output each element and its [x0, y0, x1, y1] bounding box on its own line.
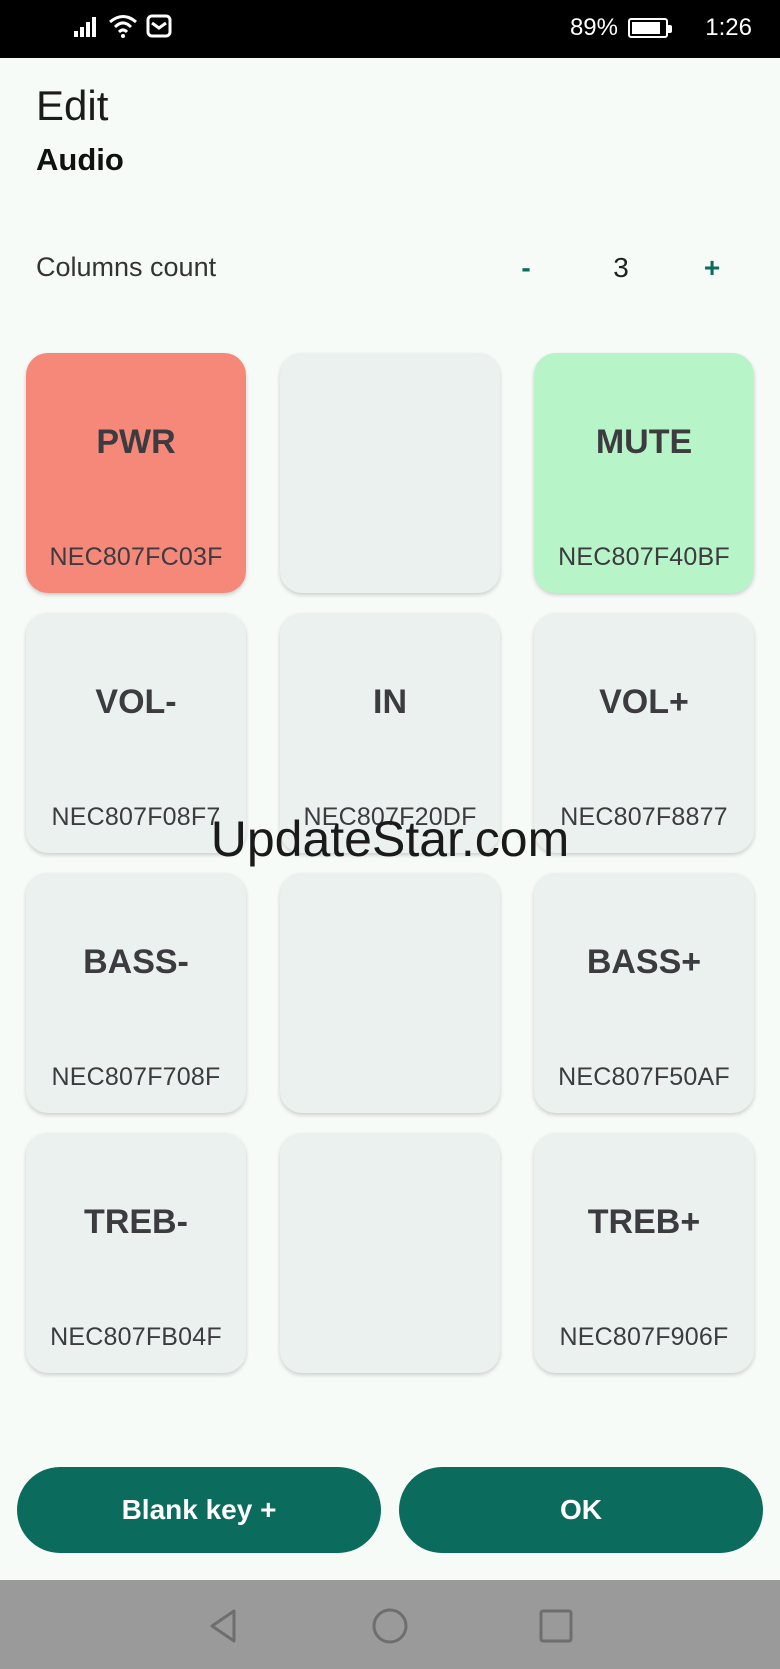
- status-icons-left: [74, 14, 172, 38]
- blank-key-button[interactable]: Blank key +: [17, 1467, 381, 1553]
- battery-fill: [632, 22, 661, 34]
- columns-count-row: Columns count - 3 +: [36, 248, 746, 288]
- wifi-icon: [109, 15, 137, 38]
- key-button[interactable]: [280, 353, 500, 593]
- key-button[interactable]: PWR NEC​807FC03F: [26, 353, 246, 593]
- key-label: TREB+: [587, 1203, 701, 1241]
- key-grid: PWR NEC​807FC03F MUTE NEC807F40BF VOL- NEC8…: [26, 353, 756, 1373]
- key-label: TREB-: [84, 1203, 188, 1241]
- key-code: NEC807F8877: [560, 803, 728, 831]
- key-label: VOL+: [599, 683, 689, 721]
- key-label: IN: [373, 683, 407, 721]
- status-icons-right: 89%: [569, 14, 672, 42]
- system-nav-bar: [0, 1580, 780, 1669]
- key-code: NEC807FB04F: [50, 1323, 222, 1351]
- battery-icon: [628, 18, 672, 38]
- key-button[interactable]: BASS+ NEC807F50AF: [534, 873, 754, 1113]
- status-bar: 89% 1:26: [0, 0, 780, 58]
- page-title: Edit: [36, 82, 109, 129]
- key-code: NEC807F906F: [559, 1323, 729, 1351]
- key-label: PWR: [96, 423, 176, 461]
- key-label: VOL-: [95, 683, 177, 721]
- key-button[interactable]: [280, 873, 500, 1113]
- columns-count-label: Columns count: [36, 252, 217, 282]
- key-button[interactable]: VOL- NEC807F08F7: [26, 613, 246, 853]
- key-button[interactable]: MUTE NEC807F40BF: [534, 353, 754, 593]
- key-code: NEC807F08F7: [51, 803, 221, 831]
- key-button[interactable]: IN NEC807F20DF: [280, 613, 500, 853]
- key-label: BASS+: [586, 943, 702, 981]
- key-button[interactable]: BASS- NEC807F708F: [26, 873, 246, 1113]
- key-label: BASS-: [83, 943, 189, 981]
- columns-increment-button[interactable]: +: [692, 248, 732, 288]
- key-code: NEC807F708F: [51, 1063, 221, 1091]
- columns-count-value: 3: [613, 252, 629, 283]
- key-label: MUTE: [595, 423, 693, 461]
- key-code: NEC​807FC03F: [49, 543, 223, 571]
- key-code: NEC807F20DF: [303, 803, 477, 831]
- clock: 1:26: [705, 14, 752, 41]
- back-icon[interactable]: [204, 1606, 244, 1646]
- battery-percent: 89%: [569, 14, 618, 41]
- key-button[interactable]: [280, 1133, 500, 1373]
- key-code: NEC807F40BF: [558, 543, 730, 571]
- key-code: NEC807F50AF: [558, 1063, 730, 1091]
- key-button[interactable]: VOL+ NEC807F8877: [534, 613, 754, 853]
- recent-apps-icon[interactable]: [536, 1606, 576, 1646]
- page-subtitle: Audio: [36, 142, 124, 177]
- key-button[interactable]: TREB+ NEC807F906F: [534, 1133, 754, 1373]
- key-button[interactable]: TREB- NEC807FB04F: [26, 1133, 246, 1373]
- home-icon[interactable]: [370, 1606, 410, 1646]
- ok-button[interactable]: OK: [399, 1467, 763, 1553]
- signal-icon: [74, 17, 96, 37]
- columns-decrement-button[interactable]: -: [506, 248, 546, 288]
- message-icon: [146, 14, 172, 38]
